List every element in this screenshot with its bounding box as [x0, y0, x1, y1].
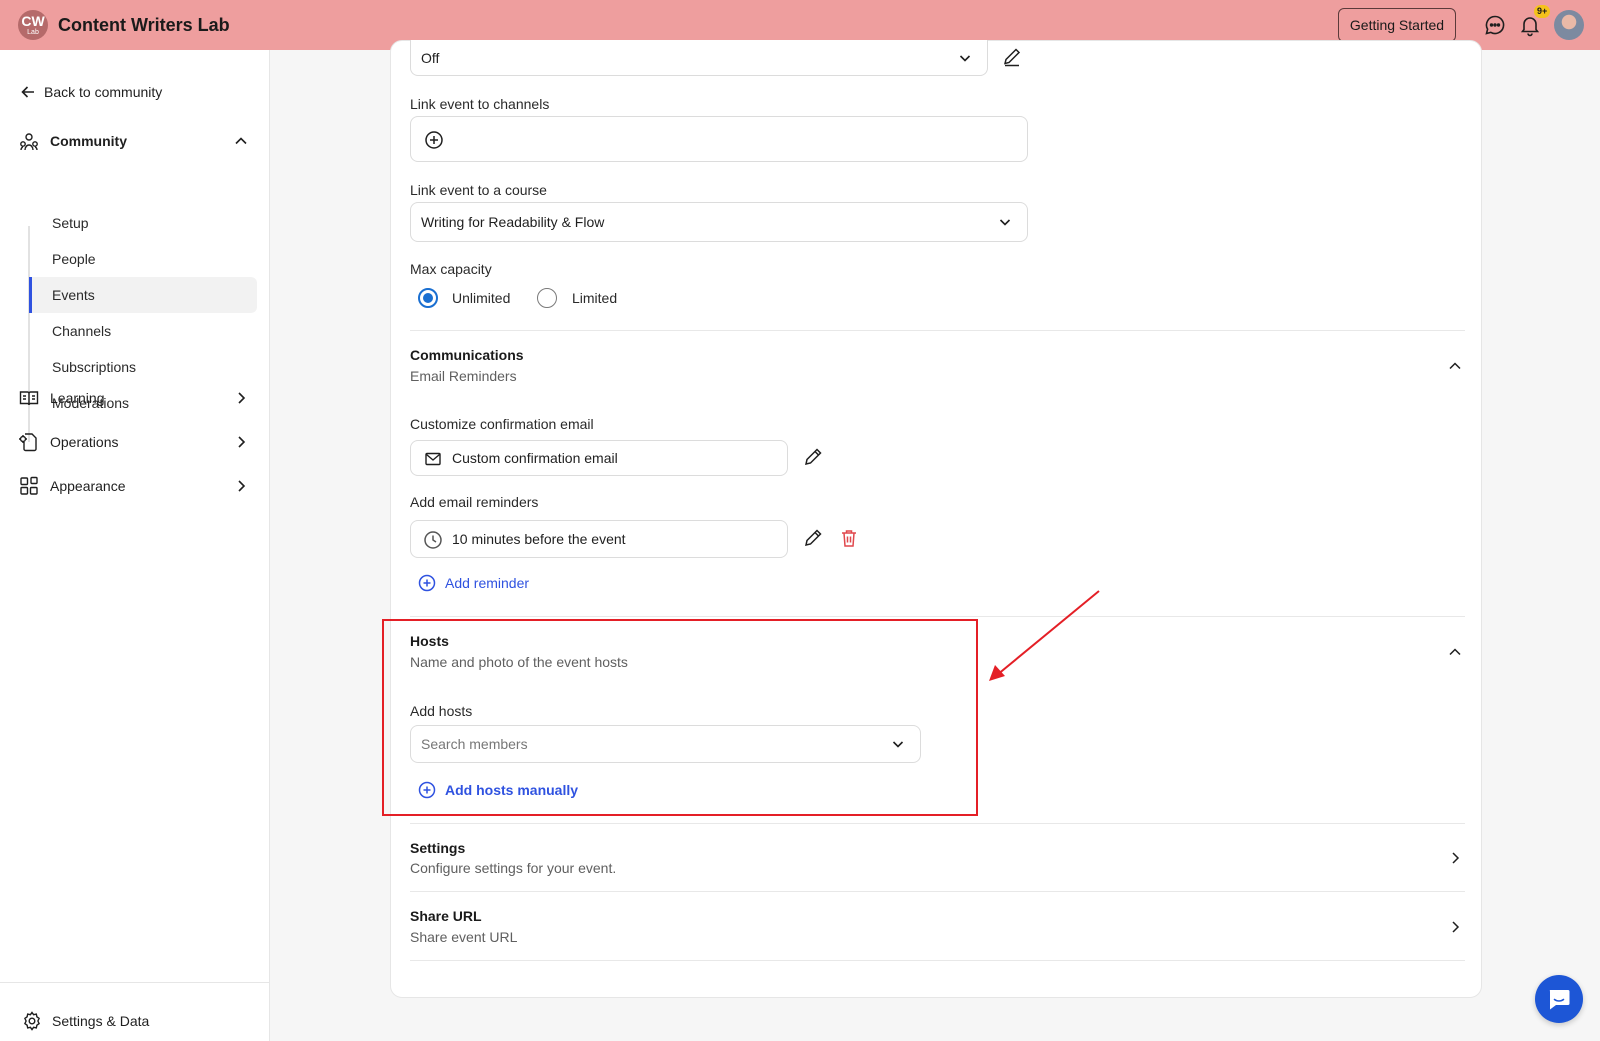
hosts-highlight-box: [382, 619, 978, 816]
link-course-label: Link event to a course: [410, 182, 547, 198]
link-channels-label: Link event to channels: [410, 96, 550, 112]
support-chat-button[interactable]: [1535, 975, 1583, 1023]
community-icon: [20, 133, 38, 151]
chevron-down-icon: [959, 54, 971, 62]
mail-icon: [425, 452, 441, 466]
notification-badge: 9+: [1534, 5, 1551, 18]
email-reminders-label: Add email reminders: [410, 494, 539, 510]
back-label: Back to community: [44, 84, 163, 100]
book-icon: [19, 391, 39, 406]
share-url-subtitle: Share event URL: [410, 929, 518, 945]
chevron-right-icon: [238, 436, 246, 448]
add-circle-icon: [418, 574, 436, 592]
add-circle-icon[interactable]: [424, 130, 444, 150]
chevron-up-icon: [235, 137, 247, 145]
top-select-value: Off: [421, 49, 440, 66]
event-form-card: [390, 40, 1482, 998]
chevron-right-icon: [1452, 852, 1460, 864]
avatar[interactable]: [1554, 10, 1584, 40]
section-divider: [410, 616, 1465, 617]
sidebar-group-learning[interactable]: Learning: [18, 387, 250, 409]
radio-unlimited-label: Unlimited: [452, 290, 511, 306]
community-label: Community: [50, 133, 127, 149]
chevron-up-icon[interactable]: [1446, 643, 1464, 661]
confirmation-email-value: Custom confirmation email: [452, 450, 618, 466]
communications-subtitle: Email Reminders: [410, 368, 517, 384]
settings-section-subtitle: Configure settings for your event.: [410, 860, 617, 876]
sidebar-group-operations[interactable]: Operations: [18, 431, 250, 453]
getting-started-button[interactable]: Getting Started: [1338, 8, 1456, 42]
edit-pen-icon[interactable]: [1001, 46, 1023, 68]
add-reminder-label: Add reminder: [445, 575, 530, 591]
trash-icon[interactable]: [838, 527, 860, 549]
radio-unlimited[interactable]: [418, 288, 438, 308]
sidebar-item-setup[interactable]: Setup: [29, 205, 257, 241]
settings-section-title: Settings: [410, 840, 466, 856]
operations-icon: [19, 433, 37, 452]
annotation-arrow-icon: [989, 590, 1100, 681]
link-channels-field[interactable]: [410, 116, 1028, 162]
operations-label: Operations: [50, 434, 119, 450]
reminder-field[interactable]: 10 minutes before the event: [410, 520, 788, 558]
radio-limited-label: Limited: [572, 290, 618, 306]
top-select[interactable]: Off: [410, 40, 988, 76]
link-course-select[interactable]: Writing for Readability & Flow: [410, 202, 1028, 242]
chevron-right-icon: [238, 392, 246, 404]
radio-limited[interactable]: [537, 288, 557, 308]
sidebar-item-subscriptions[interactable]: Subscriptions: [29, 349, 257, 385]
sidebar-item-channels[interactable]: Channels: [29, 313, 257, 349]
confirmation-email-field[interactable]: Custom confirmation email: [410, 440, 788, 476]
chevron-up-icon[interactable]: [1446, 357, 1464, 375]
add-reminder-button[interactable]: Add reminder: [418, 574, 529, 592]
confirmation-email-label: Customize confirmation email: [410, 416, 594, 432]
link-course-value: Writing for Readability & Flow: [421, 214, 605, 230]
chevron-right-icon: [1452, 921, 1460, 933]
max-capacity-label: Max capacity: [410, 261, 492, 277]
section-divider: [410, 823, 1465, 824]
settings-data-label: Settings & Data: [52, 1013, 150, 1029]
gear-icon: [24, 1011, 40, 1031]
community-logo[interactable]: CW Lab: [18, 10, 48, 40]
chevron-right-icon: [238, 480, 246, 492]
logo-sub: Lab: [27, 29, 39, 36]
clock-icon: [424, 531, 442, 549]
section-divider: [410, 330, 1465, 331]
reminder-value: 10 minutes before the event: [452, 531, 626, 547]
section-divider: [410, 960, 1465, 961]
sidebar-footer: Settings & Data: [0, 982, 270, 1041]
logo-initials: CW: [21, 13, 45, 29]
chat-bubble-icon: [1549, 990, 1570, 1010]
learning-label: Learning: [50, 390, 105, 406]
appearance-label: Appearance: [50, 478, 126, 494]
pencil-icon[interactable]: [802, 446, 824, 468]
sidebar-group-appearance[interactable]: Appearance: [18, 475, 250, 497]
back-to-community-link[interactable]: Back to community: [20, 84, 162, 100]
chat-icon[interactable]: [1483, 13, 1507, 37]
settings-data-link[interactable]: Settings & Data: [22, 1011, 149, 1031]
communications-title: Communications: [410, 347, 524, 363]
sidebar: Back to community Community Setup People…: [0, 50, 270, 1041]
app-title: Content Writers Lab: [58, 15, 230, 35]
chevron-down-icon: [999, 219, 1011, 226]
section-divider: [410, 891, 1465, 892]
share-url-title: Share URL: [410, 908, 482, 924]
widgets-icon: [20, 476, 38, 495]
sidebar-group-community[interactable]: Community: [18, 130, 250, 152]
sidebar-item-people[interactable]: People: [29, 241, 257, 277]
sidebar-item-events[interactable]: Events: [29, 277, 257, 313]
arrow-left-icon: [21, 86, 34, 98]
pencil-icon[interactable]: [802, 527, 824, 549]
